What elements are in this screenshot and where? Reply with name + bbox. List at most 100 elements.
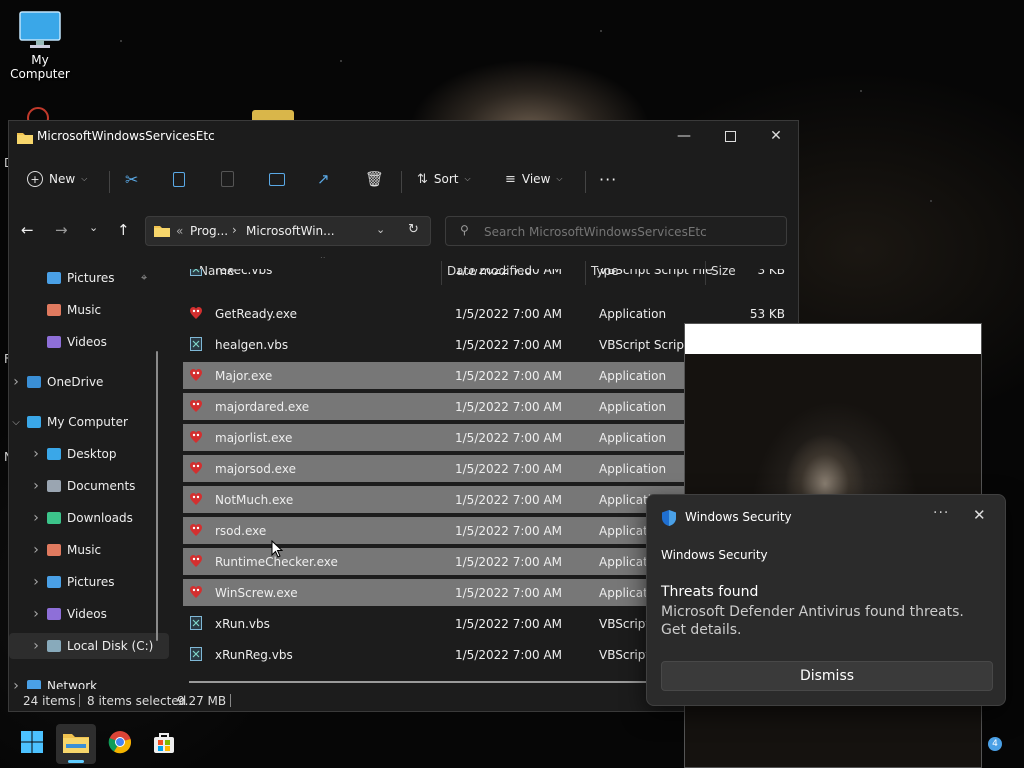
minimize-icon: — xyxy=(677,128,691,144)
chevron-right-icon[interactable]: › xyxy=(9,374,23,390)
sort-button[interactable]: ⇅ Sort ⌵ xyxy=(417,165,471,193)
file-name: majordared.exe xyxy=(215,400,310,414)
file-name: NotMuch.exe xyxy=(215,493,294,507)
close-icon: ✕ xyxy=(770,128,782,144)
delete-button[interactable]: 🗑 xyxy=(365,165,384,193)
nav-item-music[interactable]: Music xyxy=(9,297,169,323)
file-name: xRunReg.vbs xyxy=(215,648,293,662)
chevron-right-icon[interactable]: › xyxy=(29,574,43,590)
search-input[interactable] xyxy=(482,221,776,243)
arrow-up-icon: ↑ xyxy=(117,221,130,239)
file-date: 1/5/2022 7:00 AM xyxy=(455,338,563,352)
nav-item-label: Documents xyxy=(67,479,136,493)
share-button[interactable]: ↗ xyxy=(317,165,330,193)
close-button[interactable]: ✕ xyxy=(753,121,799,151)
shield-icon xyxy=(661,509,677,531)
plus-circle-icon: + xyxy=(27,171,43,187)
script-icon xyxy=(189,337,203,351)
nav-item-videos[interactable]: › Videos xyxy=(9,601,169,627)
title-bar[interactable]: MicrosoftWindowsServicesEtc — ✕ xyxy=(9,121,798,151)
chevron-right-icon[interactable]: › xyxy=(29,638,43,654)
nav-item-my-computer[interactable]: ⌵ My Computer xyxy=(9,409,159,435)
start-icon xyxy=(20,730,44,758)
download-icon xyxy=(47,512,61,524)
command-bar: + New ⌵ ✂ ↗ 🗑 ⇅ Sort ⌵ ≡ View ⌵ ··· xyxy=(9,151,798,207)
file-type: Application xyxy=(599,307,667,321)
file-name: majorlist.exe xyxy=(215,431,293,445)
nav-item-desktop[interactable]: › Desktop xyxy=(9,441,169,467)
rename-button[interactable] xyxy=(269,165,285,193)
file-explorer-taskbar-button[interactable] xyxy=(56,724,96,764)
search-box[interactable]: ⚲ xyxy=(445,216,787,246)
recent-locations-button[interactable]: ⌄ xyxy=(89,221,98,234)
notification-toast[interactable]: Windows Security ··· ✕ Windows Security … xyxy=(646,494,1006,706)
copy-button[interactable] xyxy=(173,165,185,193)
chrome-taskbar-button[interactable] xyxy=(100,724,140,764)
nav-item-label: Desktop xyxy=(67,447,117,461)
chevron-right-icon[interactable]: › xyxy=(29,446,43,462)
view-button[interactable]: ≡ View ⌵ xyxy=(505,165,562,193)
file-date: 1/5/2022 7:00 AM xyxy=(455,555,563,569)
back-button[interactable]: ← xyxy=(21,221,34,239)
breadcrumb-segment-progs[interactable]: Prog... xyxy=(190,224,228,238)
music-icon xyxy=(47,304,61,316)
nav-item-label: Videos xyxy=(67,607,107,621)
chevron-right-icon[interactable]: › xyxy=(9,678,23,689)
up-button[interactable]: ↑ xyxy=(117,221,130,239)
start-button[interactable] xyxy=(12,724,52,764)
nav-item-documents[interactable]: › Documents xyxy=(9,473,169,499)
horizontal-scrollbar[interactable] xyxy=(189,681,689,683)
rename-icon xyxy=(269,172,285,186)
navigation-bar: ← → ⌄ ↑ « Prog... › MicrosoftWin... ⌄ ↻ … xyxy=(9,207,798,257)
file-name: majorsod.exe xyxy=(215,462,296,476)
new-button[interactable]: + New ⌵ xyxy=(27,165,87,193)
file-row[interactable]: rexec.vbs 1/5/2022 7:00 AM VBScript Script… xyxy=(183,269,795,283)
breadcrumb-segment-current[interactable]: MicrosoftWin... xyxy=(246,224,335,238)
nav-item-downloads[interactable]: › Downloads xyxy=(9,505,169,531)
arrow-right-icon: → xyxy=(55,221,68,239)
refresh-icon[interactable]: ↻ xyxy=(408,222,419,237)
notification-badge[interactable]: 4 xyxy=(988,737,1002,751)
toast-subtitle: Windows Security xyxy=(661,548,768,562)
desktop-icon-my-computer[interactable]: My Computer xyxy=(0,10,80,81)
popup-title-area xyxy=(685,324,981,354)
chevron-down-icon: ⌵ xyxy=(464,174,471,183)
chevron-right-icon[interactable]: › xyxy=(29,606,43,622)
nav-item-network[interactable]: › Network xyxy=(9,673,159,689)
nav-item-videos[interactable]: Videos xyxy=(9,329,169,355)
file-date: 1/5/2022 7:00 AM xyxy=(455,307,563,321)
nav-item-label: Network xyxy=(47,679,98,689)
nav-item-pictures[interactable]: Pictures ⌖ xyxy=(9,265,169,291)
file-name: GetReady.exe xyxy=(215,307,298,321)
more-options-button[interactable]: ··· xyxy=(599,165,617,193)
nav-item-music[interactable]: › Music xyxy=(9,537,169,563)
close-icon[interactable]: ✕ xyxy=(973,506,986,524)
chevron-right-icon[interactable]: › xyxy=(29,542,43,558)
file-date: 1/5/2022 7:00 AM xyxy=(455,269,563,277)
chevron-right-icon[interactable]: › xyxy=(29,478,43,494)
minimize-button[interactable]: — xyxy=(661,121,707,151)
nav-item-onedrive[interactable]: › OneDrive xyxy=(9,369,159,395)
chevron-right-icon[interactable]: › xyxy=(29,510,43,526)
active-indicator xyxy=(68,760,84,763)
nav-item-label: Local Disk (C:) xyxy=(67,639,154,653)
chevron-down-icon: ⌵ xyxy=(556,174,563,183)
chevron-down-icon[interactable]: ⌵ xyxy=(9,417,23,428)
script-icon xyxy=(189,647,203,661)
paste-button[interactable] xyxy=(221,165,234,193)
forward-button[interactable]: → xyxy=(55,221,68,239)
navigation-scrollbar[interactable] xyxy=(156,351,158,641)
address-bar[interactable]: « Prog... › MicrosoftWin... ⌄ ↻ xyxy=(145,216,431,246)
maximize-button[interactable] xyxy=(707,121,753,151)
nav-item-pictures[interactable]: › Pictures xyxy=(9,569,169,595)
app-icon xyxy=(189,585,203,599)
store-taskbar-button[interactable] xyxy=(144,724,184,764)
nav-item-label: Pictures xyxy=(67,575,115,589)
chevron-down-icon[interactable]: ⌄ xyxy=(376,223,385,236)
pin-icon[interactable]: ⌖ xyxy=(141,271,147,285)
cut-button[interactable]: ✂ xyxy=(125,165,138,193)
nav-item-local-disk-c[interactable]: › Local Disk (C:) xyxy=(9,633,169,659)
more-icon[interactable]: ··· xyxy=(933,505,949,521)
dismiss-button[interactable]: Dismiss xyxy=(661,661,993,691)
file-type: Application xyxy=(599,369,667,383)
